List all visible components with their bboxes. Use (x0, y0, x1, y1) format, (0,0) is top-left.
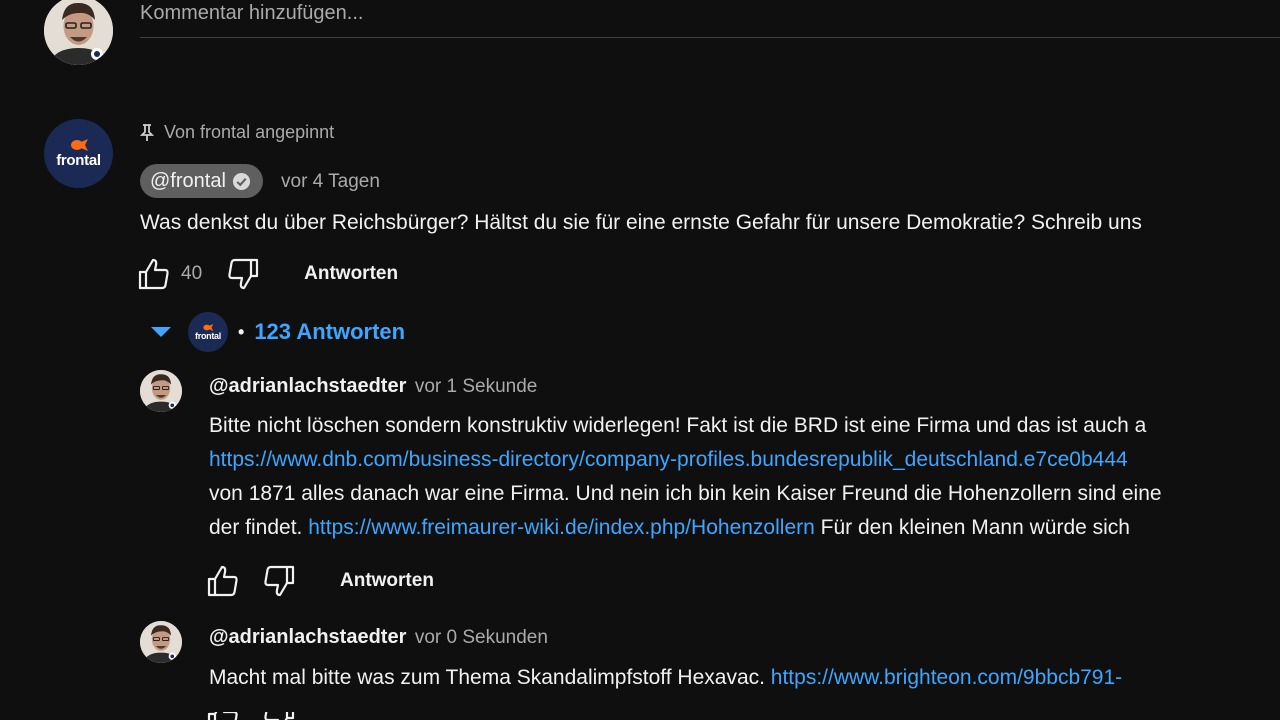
pinned-label: Von frontal angepinnt (140, 122, 334, 143)
reply-actions: Antworten (206, 564, 434, 598)
reply-like-button[interactable] (206, 712, 240, 720)
reply-author-avatar[interactable] (140, 621, 182, 663)
reply-author-name[interactable]: @adrianlachstaedter (209, 375, 406, 397)
like-button[interactable] (137, 257, 171, 291)
caret-down-icon (151, 327, 171, 337)
frontal-logo-icon (70, 138, 88, 151)
reply-link-freimaurer-wiki[interactable]: https://www.freimaurer-wiki.de/index.php… (308, 516, 815, 539)
reply-header: @adrianlachstaedter vor 0 Sekunden (209, 626, 548, 649)
reply-text: Bitte nicht löschen sondern konstruktiv … (209, 409, 1280, 545)
pinned-comment-text: Was denkst du über Reichsbürger? Hältst … (140, 206, 1280, 240)
reply-text-line: Bitte nicht löschen sondern konstruktiv … (209, 414, 1147, 437)
reply-header: @adrianlachstaedter vor 1 Sekunde (209, 375, 537, 398)
reply-text-segment: der findet. (209, 516, 309, 539)
add-comment-input[interactable]: Kommentar hinzufügen... (140, 0, 1280, 38)
reply-text-segment: Macht mal bitte was zum Thema Skandalimp… (209, 666, 771, 689)
thumbs-down-icon (228, 258, 259, 290)
pinned-comment-body: Was denkst du über Reichsbürger? Hältst … (140, 211, 1142, 234)
thumbs-up-icon (138, 258, 169, 290)
verified-check-icon (232, 172, 250, 190)
creator-reply-avatar: frontal (188, 312, 228, 352)
reply-dislike-button[interactable] (262, 564, 296, 598)
author-chip-frontal[interactable]: @frontal (140, 164, 263, 198)
reply-timestamp[interactable]: vor 0 Sekunden (415, 627, 548, 648)
reply-text-segment: Für den kleinen Mann würde sich (814, 516, 1130, 539)
thumbs-down-icon (264, 712, 295, 720)
reply-actions (206, 712, 296, 720)
reply-like-button[interactable] (206, 564, 240, 598)
frontal-logo-small-icon (203, 323, 214, 331)
dislike-button[interactable] (226, 257, 260, 291)
reply-text-line: von 1871 alles danach war eine Firma. Un… (209, 482, 1162, 505)
pinned-label-text: Von frontal angepinnt (164, 122, 335, 142)
author-name: @frontal (150, 169, 226, 192)
thumbs-down-icon (264, 565, 295, 597)
reply-link-dnb[interactable]: https://www.dnb.com/business-directory/c… (209, 448, 1128, 471)
thumbs-up-icon (207, 712, 238, 720)
reply-author-avatar[interactable] (140, 370, 182, 412)
creator-reply-avatar-wordmark: frontal (195, 330, 221, 341)
add-comment-placeholder: Kommentar hinzufügen... (140, 2, 364, 24)
pinned-comment-actions: 40 Antworten (137, 257, 398, 291)
current-user-avatar (44, 0, 113, 65)
reply-link-brighteon[interactable]: https://www.brighteon.com/9bbcb791- (771, 666, 1122, 689)
like-count: 40 (181, 263, 203, 284)
reply-button[interactable]: Antworten (304, 263, 398, 285)
replies-count: 123 Antworten (254, 319, 406, 344)
reply-dislike-button[interactable] (262, 712, 296, 720)
thumbs-up-icon (207, 565, 238, 597)
pin-icon (140, 123, 154, 141)
reply-timestamp[interactable]: vor 1 Sekunde (415, 376, 538, 397)
reply-text: Macht mal bitte was zum Thema Skandalimp… (209, 661, 1280, 695)
frontal-avatar[interactable]: frontal (44, 119, 113, 188)
pinned-comment-timestamp[interactable]: vor 4 Tagen (281, 171, 380, 193)
separator-dot: • (238, 321, 245, 342)
frontal-avatar-wordmark: frontal (56, 151, 101, 169)
reply-author-name[interactable]: @adrianlachstaedter (209, 626, 406, 648)
replies-toggle[interactable]: frontal • 123 Antworten (150, 312, 405, 352)
reply-reply-button[interactable]: Antworten (340, 570, 434, 592)
